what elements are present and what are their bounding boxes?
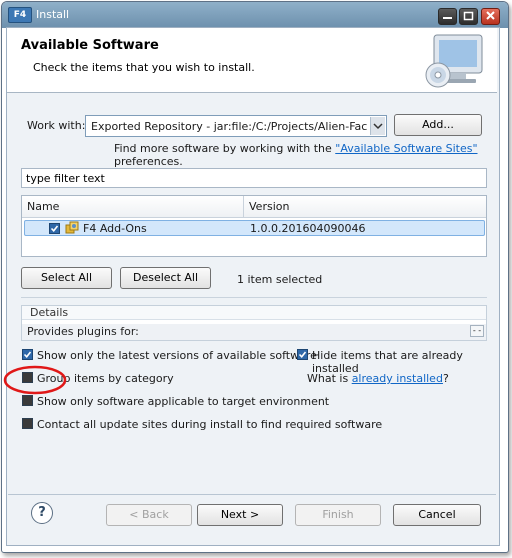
back-button[interactable]: < Back [106, 504, 192, 526]
details-more-button[interactable]: - - [470, 325, 484, 337]
details-text: Provides plugins for: [22, 324, 486, 340]
checkmark-icon [298, 351, 307, 359]
highlight-ellipse [3, 365, 67, 395]
selection-status: 1 item selected [237, 273, 323, 286]
work-with-label: Work with: [27, 119, 86, 132]
hide-installed-checkbox[interactable] [297, 349, 308, 360]
row-version: 1.0.0.201604090046 [250, 222, 366, 235]
work-with-combo[interactable]: Exported Repository - jar:file:/C:/Proje… [85, 115, 387, 137]
work-with-value: Exported Repository - jar:file:/C:/Proje… [91, 120, 367, 133]
finish-button[interactable]: Finish [295, 504, 381, 526]
row-name: F4 Add-Ons [83, 222, 147, 235]
available-software-sites-link[interactable]: "Available Software Sites" [335, 142, 477, 155]
applicable-target-label: Show only software applicable to target … [37, 395, 330, 408]
minimize-icon [443, 17, 452, 19]
next-button[interactable]: Next > [197, 504, 283, 526]
software-table[interactable]: Name Version F4 Add-Ons 1.0.0.2016040900… [21, 195, 487, 257]
table-row[interactable]: F4 Add-Ons 1.0.0.201604090046 [24, 220, 485, 236]
column-header-version[interactable]: Version [244, 196, 486, 218]
what-is-prefix: What is [307, 372, 352, 385]
restore-icon [463, 11, 474, 21]
cancel-button[interactable]: Cancel [393, 504, 481, 526]
row-checkbox[interactable] [49, 223, 60, 234]
contact-update-sites-checkbox[interactable] [22, 418, 33, 429]
checkmark-icon [23, 351, 32, 359]
minimize-button[interactable] [438, 8, 457, 25]
deselect-all-button[interactable]: Deselect All [120, 267, 211, 289]
divider [21, 297, 487, 298]
details-legend: Details [22, 306, 486, 320]
maximize-button[interactable] [459, 8, 478, 25]
help-button[interactable]: ? [31, 502, 53, 524]
add-button[interactable]: Add... [394, 114, 482, 136]
page-title: Available Software [21, 38, 159, 53]
help-icon: ? [38, 505, 46, 520]
close-button[interactable] [481, 8, 500, 25]
checkmark-icon [50, 225, 59, 233]
what-is-installed-text: What is already installed? [307, 372, 449, 385]
contact-update-sites-label: Contact all update sites during install … [37, 418, 383, 431]
find-more-text: Find more software by working with the "… [114, 142, 512, 168]
find-more-prefix: Find more software by working with the [114, 142, 336, 155]
monitor-with-disc-icon [425, 34, 483, 88]
dropdown-arrow[interactable] [370, 117, 385, 135]
wizard-header: Available Software Check the items that … [7, 28, 497, 93]
footer-separator [8, 494, 496, 495]
latest-versions-label: Show only the latest versions of availab… [37, 349, 317, 362]
window-title: Install [36, 8, 70, 21]
close-icon [486, 11, 495, 20]
select-all-button[interactable]: Select All [21, 267, 112, 289]
title-bar[interactable]: F4 Install [2, 2, 508, 28]
details-group: Details Provides plugins for: - - [21, 305, 487, 341]
filter-input[interactable] [22, 169, 470, 187]
latest-versions-checkbox[interactable] [22, 349, 33, 360]
feature-category-icon [65, 221, 79, 234]
what-is-suffix: ? [442, 372, 449, 385]
column-header-name[interactable]: Name [22, 196, 244, 218]
filter-field[interactable] [21, 168, 487, 188]
app-icon: F4 [8, 7, 32, 23]
find-more-suffix: preferences. [114, 155, 183, 168]
page-subtitle: Check the items that you wish to install… [33, 61, 255, 74]
already-installed-link[interactable]: already installed [352, 372, 443, 385]
chevron-down-icon [373, 123, 383, 130]
